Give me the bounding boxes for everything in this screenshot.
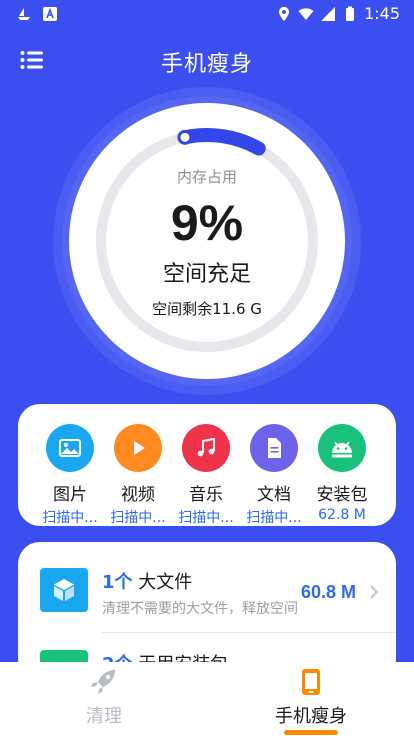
phone-icon bbox=[302, 669, 320, 695]
divider bbox=[102, 632, 396, 633]
nav-label-slim: 手机瘦身 bbox=[275, 706, 347, 727]
rocket-icon bbox=[91, 670, 115, 694]
music-note-icon bbox=[182, 424, 230, 472]
location-icon bbox=[279, 6, 290, 21]
chevron-right-icon bbox=[370, 585, 379, 599]
category-status: 扫描中... bbox=[178, 510, 234, 526]
android-icon bbox=[318, 424, 366, 472]
category-status: 62.8 M bbox=[318, 507, 366, 523]
category-images[interactable]: 图片 扫描中... bbox=[36, 424, 104, 527]
category-status: 扫描中... bbox=[110, 510, 166, 526]
category-label: 图片 bbox=[53, 485, 87, 505]
category-documents[interactable]: 文档 扫描中... bbox=[240, 424, 308, 527]
bottom-nav: 清理 手机瘦身 bbox=[0, 662, 414, 736]
nav-tab-clean[interactable]: 清理 bbox=[44, 668, 164, 728]
list-item-count: 1个 bbox=[102, 572, 133, 593]
list-item-name: 大文件 bbox=[138, 572, 193, 593]
wifi-icon bbox=[298, 7, 314, 20]
category-status: 扫描中... bbox=[246, 510, 302, 526]
category-status: 扫描中... bbox=[42, 510, 98, 526]
nav-label-clean: 清理 bbox=[86, 706, 122, 727]
status-time: 1:45 bbox=[364, 4, 400, 23]
list-item-large-files[interactable]: 1个 大文件 清理不需要的大文件，释放空间 60.8 M bbox=[18, 542, 396, 633]
play-icon bbox=[114, 424, 162, 472]
app-a-icon bbox=[43, 7, 57, 21]
category-card: 图片 扫描中... 视频 扫描中... 音乐 扫描中... 文档 扫描中... … bbox=[18, 404, 396, 526]
cleanup-list: 1个 大文件 清理不需要的大文件，释放空间 60.8 M 2个 无用安装包 bbox=[18, 542, 396, 682]
memory-free: 空间剩余11.6 G bbox=[152, 300, 262, 318]
memory-status: 空间充足 bbox=[162, 262, 251, 287]
category-label: 安装包 bbox=[316, 485, 368, 505]
memory-percent: 9% bbox=[170, 195, 244, 251]
battery-icon bbox=[346, 6, 355, 21]
category-label: 文档 bbox=[257, 485, 291, 505]
nav-tab-slim[interactable]: 手机瘦身 bbox=[251, 668, 371, 728]
list-item-title: 1个 大文件 bbox=[102, 568, 192, 594]
image-icon bbox=[46, 424, 94, 472]
boat-icon bbox=[18, 8, 30, 20]
list-item-description: 清理不需要的大文件，释放空间 bbox=[102, 601, 298, 617]
category-videos[interactable]: 视频 扫描中... bbox=[104, 424, 172, 527]
category-packages[interactable]: 安装包 62.8 M bbox=[308, 424, 376, 523]
active-tab-indicator bbox=[284, 730, 338, 735]
document-icon bbox=[250, 424, 298, 472]
cube-icon bbox=[40, 568, 88, 612]
header: 手机瘦身 bbox=[0, 40, 414, 80]
category-music[interactable]: 音乐 扫描中... bbox=[172, 424, 240, 527]
memory-gauge: 内存占用 9% 空间充足 空间剩余11.6 G bbox=[52, 86, 362, 396]
category-label: 视频 bbox=[121, 485, 155, 505]
memory-label: 内存占用 bbox=[176, 168, 237, 186]
list-item-size: 60.8 M bbox=[300, 582, 356, 602]
page-title: 手机瘦身 bbox=[160, 52, 253, 77]
status-bar: 1:45 bbox=[0, 0, 414, 30]
category-label: 音乐 bbox=[189, 485, 223, 505]
signal-icon bbox=[321, 6, 336, 21]
